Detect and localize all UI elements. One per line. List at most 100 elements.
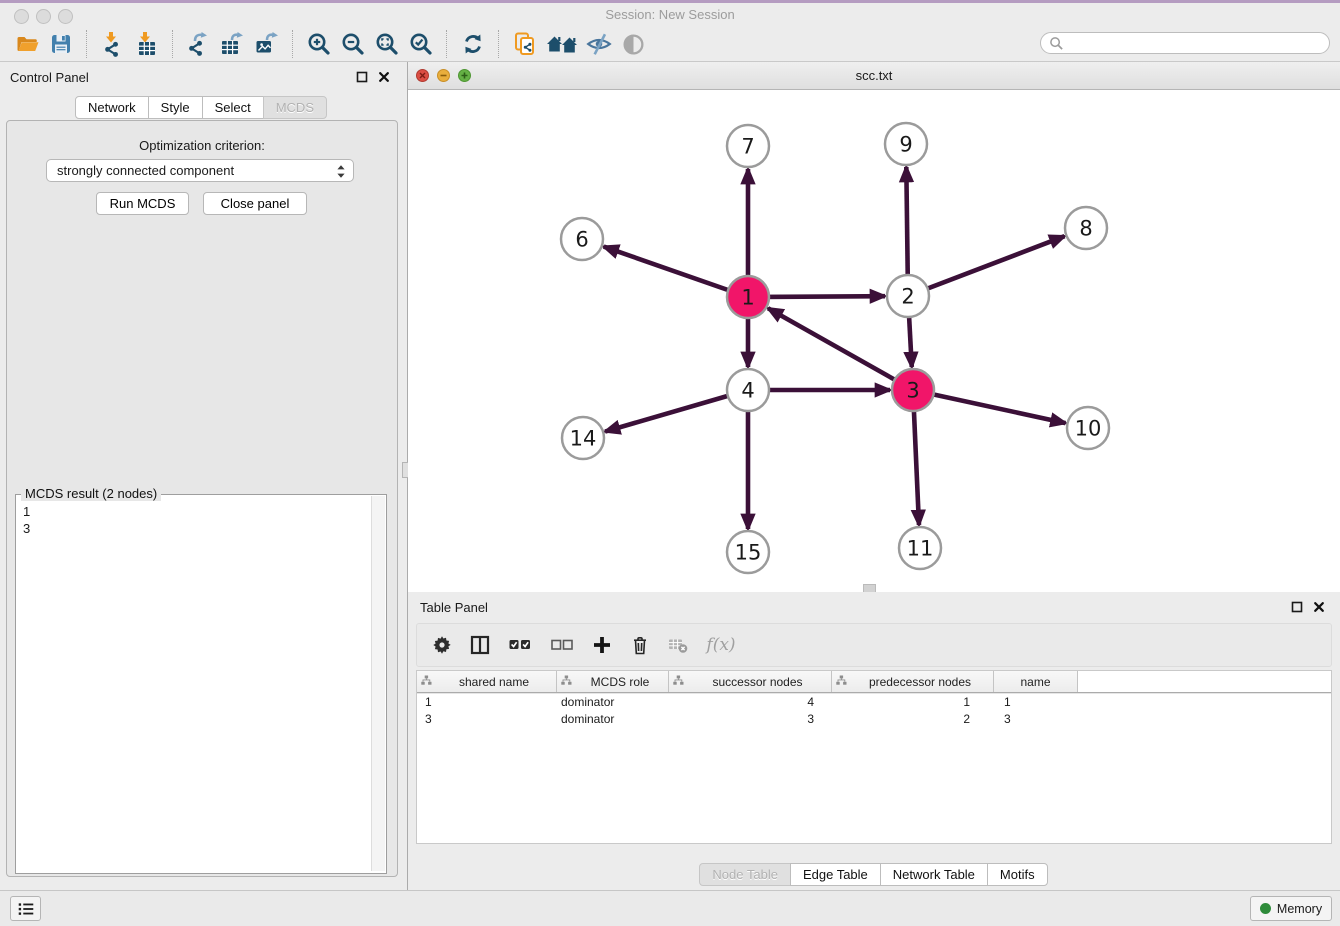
tab-select[interactable]: Select: [202, 96, 264, 119]
app-titlebar: Session: New Session: [0, 3, 1340, 27]
cell-name[interactable]: 1: [994, 695, 1078, 709]
zoom-in-button[interactable]: [302, 29, 336, 59]
memory-button[interactable]: Memory: [1250, 896, 1332, 921]
cell-mcds-role[interactable]: dominator: [557, 712, 669, 726]
export-network-button[interactable]: [182, 29, 216, 59]
cell-shared-name[interactable]: 1: [417, 695, 557, 709]
tab-node-table[interactable]: Node Table: [699, 863, 791, 886]
export-table-button[interactable]: [216, 29, 250, 59]
save-session-button[interactable]: [44, 29, 78, 59]
graph-edge-2-8[interactable]: [908, 236, 1065, 296]
show-panels-button[interactable]: [10, 896, 41, 921]
zoom-fit-button[interactable]: [370, 29, 404, 59]
graph-edge-3-1[interactable]: [768, 308, 913, 390]
graph-node-15[interactable]: 15: [727, 531, 769, 573]
zoom-out-button[interactable]: [336, 29, 370, 59]
cell-shared-name[interactable]: 3: [417, 712, 557, 726]
svg-text:8: 8: [1079, 217, 1092, 241]
tab-network-table[interactable]: Network Table: [880, 863, 988, 886]
search-field[interactable]: [1040, 32, 1330, 54]
graph-node-7[interactable]: 7: [727, 125, 769, 167]
toolbar-separator: [446, 30, 448, 58]
column-header-successor-nodes[interactable]: successor nodes: [669, 671, 832, 692]
show-all-networks-button[interactable]: [542, 29, 582, 59]
tab-network[interactable]: Network: [75, 96, 149, 119]
zoom-network-icon[interactable]: [458, 69, 471, 82]
cell-mcds-role[interactable]: dominator: [557, 695, 669, 709]
cell-predecessor-nodes[interactable]: 1: [832, 695, 994, 709]
window-controls-inactive[interactable]: [14, 9, 80, 29]
graph-node-8[interactable]: 8: [1065, 207, 1107, 249]
tab-mcds[interactable]: MCDS: [263, 96, 327, 119]
close-window-icon[interactable]: [14, 9, 29, 24]
tab-style[interactable]: Style: [148, 96, 203, 119]
toolbar-separator: [292, 30, 294, 58]
cell-successor-nodes[interactable]: 4: [669, 695, 832, 709]
zoom-selected-button[interactable]: [404, 29, 438, 59]
network-window-titlebar[interactable]: scc.txt: [408, 62, 1340, 90]
import-network-button[interactable]: [96, 29, 130, 59]
tree-icon: [421, 675, 432, 689]
select-all-columns-button[interactable]: [503, 630, 537, 660]
eye-slash-icon: [586, 31, 612, 57]
column-header-mcds-role[interactable]: MCDS role: [557, 671, 669, 692]
apply-layout-button[interactable]: [456, 29, 490, 59]
table-settings-button[interactable]: [427, 630, 457, 660]
graph-node-6[interactable]: 6: [561, 218, 603, 260]
close-table-panel-button[interactable]: [1310, 598, 1328, 616]
float-panel-button[interactable]: [353, 68, 371, 86]
minimize-window-icon[interactable]: [36, 9, 51, 24]
close-mcds-panel-button[interactable]: Close panel: [203, 192, 307, 215]
float-table-panel-button[interactable]: [1288, 598, 1306, 616]
graph-node-3[interactable]: 3: [892, 369, 934, 411]
run-mcds-button[interactable]: Run MCDS: [96, 192, 189, 215]
column-header-predecessor-nodes[interactable]: predecessor nodes: [832, 671, 994, 692]
graph-node-9[interactable]: 9: [885, 123, 927, 165]
search-input[interactable]: [1064, 35, 1308, 51]
zoom-in-icon: [306, 31, 332, 57]
network-canvas[interactable]: 7 9 6 8 1 2 4 3 14 10 15 11: [408, 90, 1340, 592]
minimize-network-icon[interactable]: [437, 69, 450, 82]
tree-icon: [673, 675, 684, 689]
graph-node-11[interactable]: 11: [899, 527, 941, 569]
graph-node-10[interactable]: 10: [1067, 407, 1109, 449]
criterion-dropdown[interactable]: strongly connected component: [46, 159, 354, 182]
import-table-button[interactable]: [130, 29, 164, 59]
result-scrollbar[interactable]: [371, 496, 385, 871]
show-columns-button[interactable]: [465, 630, 495, 660]
homes-icon: [546, 32, 578, 56]
unselect-all-columns-button[interactable]: [545, 630, 579, 660]
close-network-icon[interactable]: [416, 69, 429, 82]
cell-successor-nodes[interactable]: 3: [669, 712, 832, 726]
graph-node-1[interactable]: 1: [727, 276, 769, 318]
graph-edge-1-6[interactable]: [604, 247, 748, 297]
open-file-button[interactable]: [10, 29, 44, 59]
network-title: scc.txt: [408, 62, 1340, 89]
hide-selected-button[interactable]: [582, 29, 616, 59]
tab-edge-table[interactable]: Edge Table: [790, 863, 881, 886]
delete-columns-button[interactable]: [625, 630, 655, 660]
graph-node-4[interactable]: 4: [727, 369, 769, 411]
graph-node-2[interactable]: 2: [887, 275, 929, 317]
export-image-button[interactable]: [250, 29, 284, 59]
svg-text:11: 11: [907, 537, 934, 561]
table-row[interactable]: 1 dominator 4 1 1: [417, 693, 1331, 710]
graph-edge-3-10[interactable]: [913, 390, 1066, 423]
close-panel-button[interactable]: [375, 68, 393, 86]
column-header-shared-name[interactable]: shared name: [417, 671, 557, 692]
zoom-out-icon: [340, 31, 366, 57]
cell-predecessor-nodes[interactable]: 2: [832, 712, 994, 726]
close-icon: [1313, 601, 1325, 613]
table-row[interactable]: 3 dominator 3 2 3: [417, 710, 1331, 727]
mcds-result-list[interactable]: 1 3: [16, 497, 370, 871]
column-header-name[interactable]: name: [994, 671, 1078, 692]
graph-node-14[interactable]: 14: [562, 417, 604, 459]
create-column-button[interactable]: [587, 630, 617, 660]
clone-network-button[interactable]: [508, 29, 542, 59]
tab-motifs[interactable]: Motifs: [987, 863, 1048, 886]
zoom-window-icon[interactable]: [58, 9, 73, 24]
cell-name[interactable]: 3: [994, 712, 1078, 726]
graph-edge-4-14[interactable]: [605, 390, 748, 432]
network-graph[interactable]: 7 9 6 8 1 2 4 3 14 10 15 11: [408, 90, 1340, 592]
svg-text:10: 10: [1075, 417, 1102, 441]
